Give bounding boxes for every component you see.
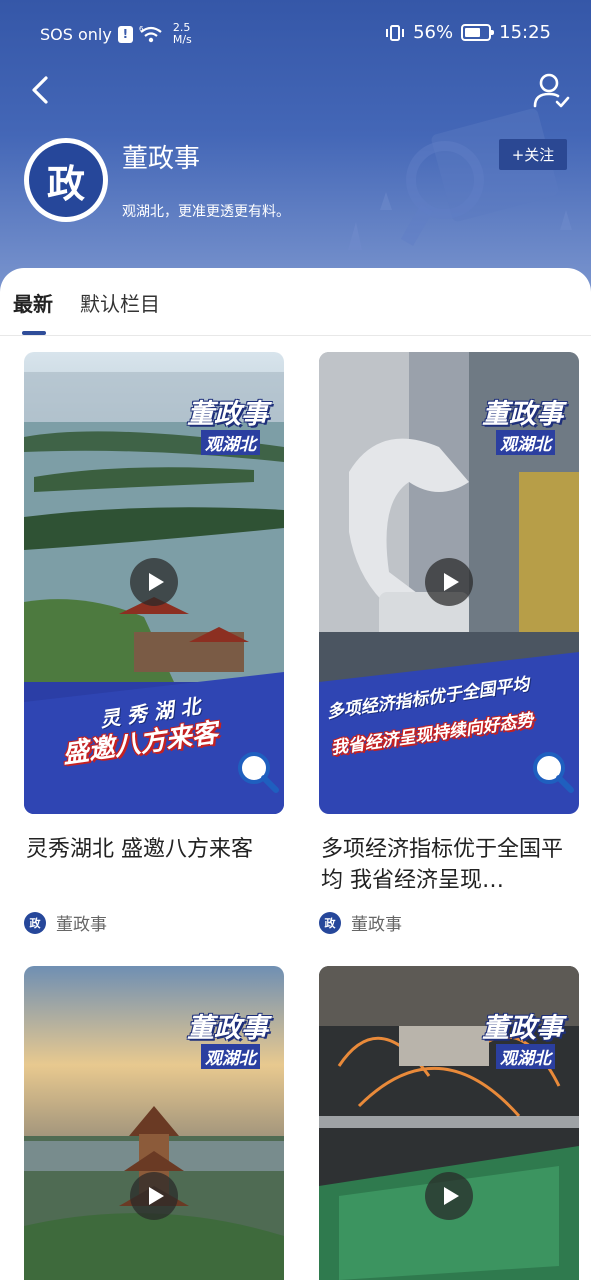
- user-check-icon[interactable]: [531, 70, 571, 110]
- content-sheet: 最新 默认栏目 董政事 观湖北 灵 秀 湖 北 盛邀八方来客 灵秀湖北 盛邀八方…: [0, 268, 591, 1280]
- battery-percent: 56%: [413, 22, 454, 43]
- video-thumbnail[interactable]: 董政事 观湖北: [24, 966, 284, 1280]
- brand-badge: 董政事 观湖北: [471, 1000, 569, 1072]
- video-thumbnail[interactable]: 董政事 观湖北 灵 秀 湖 北 盛邀八方来客: [24, 352, 284, 814]
- badge-title: 董政事: [187, 1013, 268, 1044]
- source-name: 董政事: [351, 915, 402, 935]
- badge-subtitle: 观湖北: [201, 430, 260, 455]
- net-speed: 2.5 M/s: [173, 22, 192, 46]
- source-logo-icon: 政: [319, 911, 341, 934]
- wifi-icon: 6: [139, 25, 162, 43]
- badge-title: 董政事: [482, 399, 563, 430]
- play-icon[interactable]: [130, 1172, 178, 1220]
- tab-bar: 最新 默认栏目: [0, 268, 591, 336]
- vibrate-icon: [386, 24, 405, 41]
- active-tab-indicator: [22, 331, 46, 335]
- brand-badge: 董政事 观湖北: [176, 1000, 274, 1072]
- video-card-4[interactable]: 董政事 观湖北: [319, 966, 579, 1280]
- card-title[interactable]: 多项经济指标优于全国平均 我省经济呈现…: [321, 834, 577, 896]
- play-icon[interactable]: [425, 1172, 473, 1220]
- wifi-gen-label: 6: [139, 25, 144, 33]
- video-thumbnail[interactable]: 董政事 观湖北 多项经济指标优于全国平均 我省经济呈现持续向好态势: [319, 352, 579, 814]
- channel-avatar: 政: [24, 138, 108, 222]
- battery-icon: [461, 24, 495, 41]
- warning-icon: !: [117, 25, 133, 43]
- badge-title: 董政事: [482, 1013, 563, 1044]
- video-card-3[interactable]: 董政事 观湖北: [24, 966, 284, 1280]
- card-source: 政 董政事: [319, 910, 402, 935]
- net-speed-unit: M/s: [172, 33, 192, 46]
- card-title[interactable]: 灵秀湖北 盛邀八方来客: [26, 834, 282, 865]
- source-logo-icon: 政: [24, 911, 46, 934]
- channel-header: SOS only ! 6 2.5 M/s 56% 15:25 政 董政事 观湖北…: [0, 0, 591, 300]
- tab-default-column[interactable]: 默认栏目: [80, 288, 160, 317]
- channel-logo-glyph: 政: [29, 143, 103, 217]
- channel-description: 观湖北，更准更透更有料。: [122, 204, 290, 220]
- badge-subtitle: 观湖北: [496, 430, 555, 455]
- back-arrow-icon[interactable]: [26, 72, 58, 108]
- magnifier-icon: [238, 752, 279, 793]
- play-icon[interactable]: [130, 558, 178, 606]
- brand-badge: 董政事 观湖北: [176, 386, 274, 458]
- video-card-1[interactable]: 董政事 观湖北 灵 秀 湖 北 盛邀八方来客 灵秀湖北 盛邀八方来客 政 董政事: [24, 352, 284, 952]
- play-icon[interactable]: [425, 558, 473, 606]
- magnifier-icon: [533, 752, 574, 793]
- source-name: 董政事: [56, 915, 107, 935]
- video-card-2[interactable]: 董政事 观湖北 多项经济指标优于全国平均 我省经济呈现持续向好态势 多项经济指标…: [319, 352, 579, 952]
- clock: 15:25: [499, 22, 551, 43]
- status-bar: SOS only ! 6 2.5 M/s 56% 15:25: [0, 0, 591, 68]
- channel-name: 董政事: [122, 144, 201, 174]
- carrier-text: SOS only: [40, 24, 112, 44]
- badge-subtitle: 观湖北: [496, 1044, 555, 1069]
- tab-latest[interactable]: 最新: [13, 288, 53, 317]
- brand-badge: 董政事 观湖北: [471, 386, 569, 458]
- badge-subtitle: 观湖北: [201, 1044, 260, 1069]
- badge-title: 董政事: [187, 399, 268, 430]
- follow-button[interactable]: +关注: [499, 139, 567, 170]
- card-source: 政 董政事: [24, 910, 107, 935]
- video-thumbnail[interactable]: 董政事 观湖北: [319, 966, 579, 1280]
